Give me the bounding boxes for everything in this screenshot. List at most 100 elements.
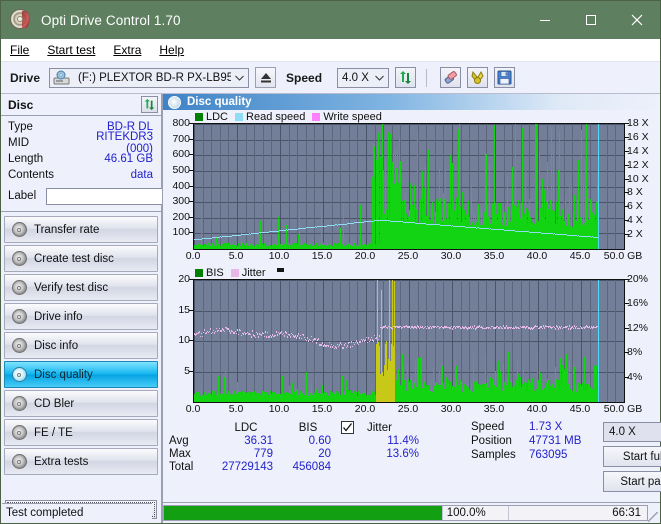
y-tick-label: 300 — [172, 195, 190, 208]
y-tick-label: 400 — [172, 179, 190, 192]
sidebar-item-transfer-rate[interactable]: Transfer rate — [4, 216, 158, 243]
x-tick-label: 15.0 — [311, 250, 333, 262]
x-tick-label: 20.0 — [354, 403, 376, 415]
drive-label: Drive — [10, 70, 41, 85]
start-full-button[interactable]: Start full — [603, 446, 661, 467]
jitter-checkbox[interactable] — [341, 421, 354, 434]
stats-max-jitter: 13.6% — [386, 448, 419, 460]
sidebar-item-label: Extra tests — [34, 455, 89, 468]
stats-avg-ldc: 36.31 — [244, 435, 273, 447]
pliers-button[interactable] — [467, 67, 489, 88]
save-button[interactable] — [494, 67, 516, 88]
sidebar-item-label: CD Bler — [34, 397, 75, 410]
disc-label-row: Label — [8, 185, 249, 207]
y2-tick-label: 12% — [627, 321, 649, 334]
disc-length-key: Length — [8, 153, 44, 165]
disc-icon — [8, 251, 30, 266]
sidebar-item-cd-bler[interactable]: CD Bler — [4, 390, 158, 417]
disc-info-panel: Disc Type BD-R DL MID RITEKDR3 (000) Len… — [1, 94, 249, 212]
menu-help-label: Help — [159, 43, 185, 57]
legend-swatch-jitter — [230, 268, 239, 277]
legend-label: BIS — [206, 266, 224, 279]
disc-mid-key: MID — [8, 137, 30, 149]
speed-select[interactable]: 4.0 X — [337, 67, 390, 88]
legend-label: Write speed — [323, 110, 382, 123]
menu-start-test[interactable]: Start test — [47, 43, 95, 57]
disc-icon — [8, 280, 30, 295]
stats-total-bis: 456084 — [292, 461, 331, 473]
sidebar-item-create-test-disc[interactable]: Create test disc — [4, 245, 158, 272]
y-tick-label: 500 — [172, 163, 190, 176]
test-speed-select[interactable]: 4.0 X — [603, 422, 661, 442]
menu-start-test-label: Start test — [47, 43, 96, 57]
eraser-button[interactable] — [440, 67, 462, 88]
speed-key: Speed — [471, 421, 505, 433]
y2-tick-label: 20% — [627, 273, 649, 285]
menu-file[interactable]: File — [10, 43, 29, 57]
x-tick-label: 45.0 — [569, 403, 591, 415]
x-tick-label: 30.0 — [440, 250, 462, 262]
disc-icon — [8, 367, 30, 382]
stats-row-label-total: Total — [169, 461, 194, 473]
disc-label-key: Label — [8, 190, 37, 202]
window-title: Opti Drive Control 1.70 — [41, 12, 181, 28]
x-tick-label: 50.0 GB — [603, 403, 643, 415]
legend-label: Jitter — [241, 266, 266, 279]
x-tick-label: 45.0 — [569, 250, 591, 262]
disc-icon — [8, 396, 30, 411]
sidebar-item-label: FE / TE — [34, 426, 73, 439]
y2-tick-label: 6 X — [627, 200, 643, 213]
sidebar: Disc Type BD-R DL MID RITEKDR3 (000) Len… — [1, 94, 249, 523]
x-tick-label: 15.0 — [311, 403, 333, 415]
menu-help[interactable]: Help — [159, 43, 184, 57]
sidebar-item-drive-info[interactable]: Drive info — [4, 303, 158, 330]
maximize-button[interactable] — [568, 1, 614, 39]
drive-select[interactable]: (F:) PLEXTOR BD-R PX-LB950SA 1.06 — [49, 67, 250, 88]
sidebar-item-disc-info[interactable]: Disc info — [4, 332, 158, 359]
disc-panel-header: Disc — [1, 94, 161, 116]
x-tick-label: 20.0 — [354, 250, 376, 262]
x-tick-label: 40.0 — [526, 403, 548, 415]
disc-refresh-button[interactable] — [141, 96, 158, 113]
panel-header: Disc quality — [163, 94, 660, 110]
x-tick-label: 50.0 GB — [603, 250, 643, 262]
sidebar-item-disc-quality[interactable]: Disc quality — [4, 361, 158, 388]
y2-tick-label: 2 X — [627, 228, 643, 241]
y2-tick-label: 18 X — [627, 117, 649, 129]
position-key: Position — [471, 435, 512, 447]
jitter-header — [337, 421, 361, 434]
sidebar-item-fe-te[interactable]: FE / TE — [4, 419, 158, 446]
position-value: 47731 MB — [529, 435, 582, 447]
sidebar-item-extra-tests[interactable]: Extra tests — [4, 448, 158, 475]
resize-grip[interactable] — [648, 512, 658, 522]
panel-title: Disc quality — [187, 96, 252, 108]
y-tick-label: 600 — [172, 148, 190, 161]
eject-button[interactable] — [255, 67, 277, 88]
stats-avg-bis: 0.60 — [308, 435, 331, 447]
disc-icon — [168, 95, 181, 109]
chevron-down-icon — [231, 75, 248, 81]
menu-extra[interactable]: Extra — [113, 43, 141, 57]
disc-mid-value: RITEKDR3 (000) — [96, 131, 153, 155]
minimize-button[interactable] — [522, 1, 568, 39]
bis-legend: BIS Jitter — [163, 266, 660, 279]
y2-tick-label: 12 X — [627, 158, 649, 171]
legend-swatch-read-speed — [235, 112, 244, 121]
speed-info: Speed 1.73 X Position 47731 MB Samples 7… — [471, 421, 597, 461]
refresh-drive-button[interactable] — [395, 67, 417, 88]
stats-total-ldc: 27729143 — [221, 461, 273, 473]
x-tick-label: 30.0 — [440, 403, 462, 415]
y2-tick-label: 14 X — [627, 144, 649, 157]
disc-icon — [8, 454, 30, 469]
start-part-button[interactable]: Start part — [603, 471, 661, 492]
bis-y-axis-right: 4% 8% 12% 16% 20% — [625, 273, 660, 403]
sidebar-item-verify-test-disc[interactable]: Verify test disc — [4, 274, 158, 301]
drive-icon — [52, 70, 72, 86]
sidebar-item-label: Drive info — [34, 310, 83, 323]
ldc-y-axis-right: 2 X4 X6 X8 X 10 X 12 X 14 X 16 X 18 X — [625, 117, 660, 250]
disc-length-value: 46.61 GB — [104, 153, 153, 165]
drive-select-value: (F:) PLEXTOR BD-R PX-LB950SA 1.06 — [78, 71, 232, 84]
disc-icon — [8, 309, 30, 324]
close-button[interactable] — [614, 1, 660, 39]
legend-swatch-ldc — [195, 112, 203, 121]
